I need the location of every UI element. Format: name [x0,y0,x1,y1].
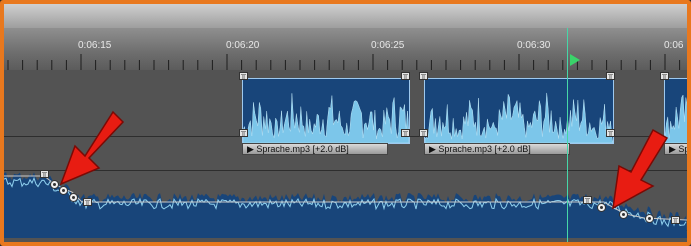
volume-keyframe-handle[interactable]: ╥ [40,170,49,178]
clip-start-handle[interactable]: ╥ [660,72,669,80]
clip-start-handle[interactable]: ╥ [419,72,428,80]
clip-waveform [243,93,409,143]
clip-label-text: Sp [678,144,690,154]
timeline-editor: 0:06:15 0:06:20 0:06:25 0:06:30 0:06 ▶ S… [0,0,691,246]
clip-volume-handle[interactable]: ╥ [401,129,410,137]
clip-volume-handle[interactable]: ╥ [419,129,428,137]
clip-label[interactable]: ▶ Sprache.mp3 [+2.0 dB] [424,143,570,155]
volume-keyframe-handle[interactable]: ╥ [83,198,92,206]
volume-keyframe[interactable] [645,214,654,223]
clip-volume-handle[interactable]: ╥ [239,129,248,137]
ruler-time-label: 0:06:30 [517,40,551,51]
playhead-line[interactable] [567,28,568,246]
ruler-time-label: 0:06:15 [78,40,112,51]
timeline-toolbar-strip [4,4,687,29]
time-ruler[interactable]: 0:06:15 0:06:20 0:06:25 0:06:30 0:06 [4,28,687,70]
red-arrow-icon [612,128,669,210]
audio-clip[interactable] [424,78,614,144]
clip-waveform [425,92,613,143]
clip-label-text: Sprache.mp3 [+2.0 dB] [438,144,531,154]
clip-label-text: Sprache.mp3 [+2.0 dB] [256,144,349,154]
clip-start-handle[interactable]: ╥ [239,72,248,80]
ruler-time-label: 0:06 [664,40,684,51]
playhead-marker-icon[interactable] [570,54,580,66]
clip-label[interactable]: ▶ Sprache.mp3 [+2.0 dB] [242,143,388,155]
volume-keyframe-handle[interactable]: ╥ [671,216,680,224]
clip-play-icon: ▶ [429,144,439,154]
volume-keyframe-handle[interactable]: ╥ [583,196,592,204]
clip-end-handle[interactable]: ╥ [606,72,615,80]
clip-end-handle[interactable]: ╥ [401,72,410,80]
audio-clip[interactable] [242,78,410,144]
ruler-time-label: 0:06:25 [371,40,405,51]
ruler-time-label: 0:06:20 [226,40,260,51]
clip-play-icon: ▶ [247,144,257,154]
red-arrow-icon [59,110,125,186]
volume-keyframe[interactable] [69,193,78,202]
